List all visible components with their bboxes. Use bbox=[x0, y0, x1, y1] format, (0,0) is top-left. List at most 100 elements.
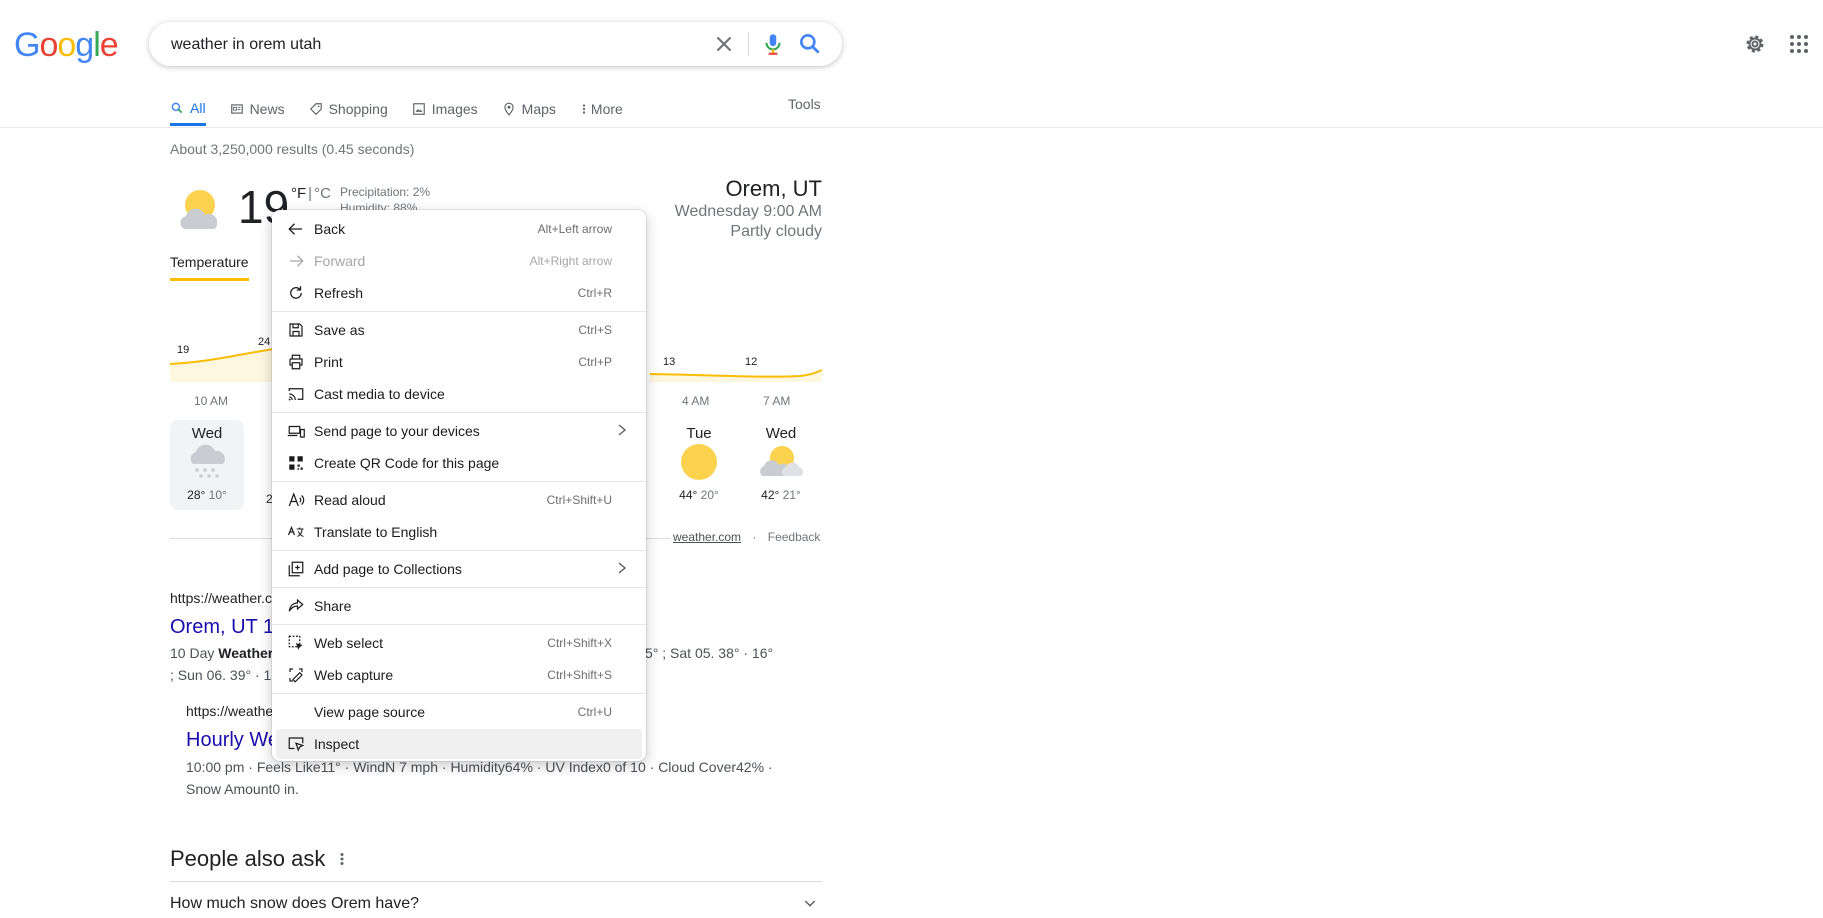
web-capture-icon bbox=[289, 668, 303, 683]
chart-point-label: 24 bbox=[258, 336, 271, 348]
context-menu: Back Alt+Left arrow Forward Alt+Right ar… bbox=[272, 210, 646, 761]
news-icon bbox=[230, 104, 243, 114]
result-stats: About 3,250,000 results (0.45 seconds) bbox=[170, 141, 415, 157]
web-select-icon bbox=[288, 635, 303, 650]
menu-separator bbox=[272, 624, 646, 625]
menu-item-collections[interactable]: Add page to Collections bbox=[276, 554, 642, 584]
result-snippet: ; Sun 06. 39° · 19 bbox=[170, 667, 280, 683]
weather-footer-divider bbox=[646, 538, 670, 539]
tab-more[interactable]: More bbox=[580, 93, 623, 125]
tab-temperature[interactable]: Temperature bbox=[170, 254, 249, 281]
result-snippet: Snow Amount0 in. bbox=[186, 781, 299, 797]
chevron-down-icon[interactable] bbox=[802, 895, 818, 911]
search-icon[interactable] bbox=[797, 31, 823, 57]
unit-toggle: °F | °C bbox=[291, 185, 331, 202]
menu-item-translate[interactable]: Translate to English bbox=[276, 517, 642, 547]
location-name: Orem, UT bbox=[725, 176, 822, 201]
menu-separator bbox=[272, 412, 646, 413]
menu-item-send-page[interactable]: Send page to your devices bbox=[276, 416, 642, 446]
hour-label: 4 AM bbox=[682, 394, 710, 408]
chart-point-label: 13 bbox=[663, 356, 676, 368]
precipitation: Precipitation: 2% bbox=[340, 185, 431, 199]
search-box[interactable] bbox=[149, 22, 842, 66]
result-url[interactable]: https://weathe bbox=[186, 703, 273, 719]
menu-item-share[interactable]: Share bbox=[276, 591, 642, 621]
save-icon bbox=[289, 323, 303, 337]
result-url[interactable]: https://weather.c bbox=[170, 590, 272, 606]
result-title[interactable]: Orem, UT 10 bbox=[170, 616, 285, 639]
tab-label: Images bbox=[431, 101, 478, 117]
tab-shopping[interactable]: Shopping bbox=[309, 93, 388, 125]
menu-item-web-select[interactable]: Web select Ctrl+Shift+X bbox=[276, 628, 642, 658]
day-name: Wed bbox=[191, 425, 223, 442]
refresh-icon bbox=[290, 286, 302, 299]
chevron-right-icon bbox=[618, 562, 627, 574]
menu-item-read-aloud[interactable]: Read aloud Ctrl+Shift+U bbox=[276, 485, 642, 515]
read-aloud-icon bbox=[288, 492, 305, 507]
menu-item-save-as[interactable]: Save as Ctrl+S bbox=[276, 315, 642, 345]
result-snippet: 5° ; Sat 05. 38° · 16° bbox=[645, 645, 774, 661]
forecast-day[interactable]: Tue 44° 20° bbox=[662, 420, 736, 510]
tab-label: Shopping bbox=[328, 101, 388, 117]
tab-news[interactable]: News bbox=[230, 93, 285, 125]
clear-icon[interactable] bbox=[711, 31, 737, 57]
menu-separator bbox=[272, 693, 646, 694]
google-logo[interactable]: Google bbox=[14, 26, 119, 65]
share-icon bbox=[288, 598, 304, 612]
chart-point-label: 19 bbox=[177, 344, 190, 356]
day-name: Wed bbox=[765, 425, 797, 442]
more-vert-icon bbox=[582, 104, 586, 114]
chevron-right-icon bbox=[618, 424, 627, 436]
menu-item-refresh[interactable]: Refresh Ctrl+R bbox=[276, 278, 642, 308]
forecast-day[interactable]: Wed 42° 21° bbox=[744, 420, 818, 510]
menu-item-qr-code[interactable]: Create QR Code for this page bbox=[276, 448, 642, 478]
day-temps: 28° 10° bbox=[187, 488, 227, 502]
tab-maps[interactable]: Maps bbox=[502, 93, 556, 125]
hour-label: 7 AM bbox=[763, 394, 791, 408]
devices-icon bbox=[287, 425, 305, 438]
menu-item-print[interactable]: Print Ctrl+P bbox=[276, 347, 642, 377]
weather-source-link[interactable]: weather.com bbox=[673, 530, 741, 544]
paa-divider bbox=[170, 881, 822, 882]
unit-c[interactable]: °C bbox=[314, 185, 331, 202]
image-icon bbox=[412, 103, 425, 115]
more-vert-icon[interactable] bbox=[337, 850, 347, 868]
inspect-icon bbox=[288, 737, 305, 752]
result-title[interactable]: Hourly We bbox=[186, 729, 279, 752]
header-divider bbox=[0, 127, 1823, 128]
search-divider bbox=[748, 32, 749, 56]
menu-item-web-capture[interactable]: Web capture Ctrl+Shift+S bbox=[276, 660, 642, 690]
tab-label: News bbox=[249, 101, 285, 117]
tab-images[interactable]: Images bbox=[412, 93, 478, 125]
search-input[interactable] bbox=[169, 32, 693, 58]
menu-item-view-source[interactable]: View page source Ctrl+U bbox=[276, 697, 642, 727]
print-icon bbox=[289, 354, 303, 370]
feedback-link[interactable]: Feedback bbox=[768, 530, 821, 544]
menu-separator bbox=[272, 587, 646, 588]
gear-icon[interactable] bbox=[1743, 32, 1767, 56]
tab-label: All bbox=[190, 100, 206, 116]
apps-grid-icon[interactable] bbox=[1787, 32, 1811, 56]
tab-label: More bbox=[590, 101, 623, 117]
snow-icon bbox=[190, 444, 225, 478]
tools-button[interactable]: Tools bbox=[788, 96, 821, 112]
menu-separator bbox=[272, 550, 646, 551]
tag-icon bbox=[309, 103, 322, 116]
menu-item-inspect[interactable]: Inspect bbox=[276, 729, 642, 759]
translate-icon bbox=[287, 525, 304, 537]
menu-separator bbox=[272, 481, 646, 482]
map-pin-icon bbox=[504, 102, 514, 116]
forward-arrow-icon bbox=[290, 255, 304, 267]
hour-label: 10 AM bbox=[194, 394, 229, 408]
tab-all[interactable]: All bbox=[170, 93, 206, 126]
sunny-icon bbox=[681, 444, 717, 480]
tab-label: Maps bbox=[521, 101, 556, 117]
menu-item-forward[interactable]: Forward Alt+Right arrow bbox=[276, 246, 642, 276]
paa-question[interactable]: How much snow does Orem have? bbox=[170, 895, 419, 913]
forecast-day[interactable]: Wed 28° 10° bbox=[170, 420, 244, 510]
day-name: Tue bbox=[686, 425, 712, 442]
menu-item-cast[interactable]: Cast media to device bbox=[276, 379, 642, 409]
unit-f[interactable]: °F bbox=[291, 185, 306, 202]
menu-item-back[interactable]: Back Alt+Left arrow bbox=[276, 214, 642, 244]
mic-icon[interactable] bbox=[760, 31, 786, 57]
